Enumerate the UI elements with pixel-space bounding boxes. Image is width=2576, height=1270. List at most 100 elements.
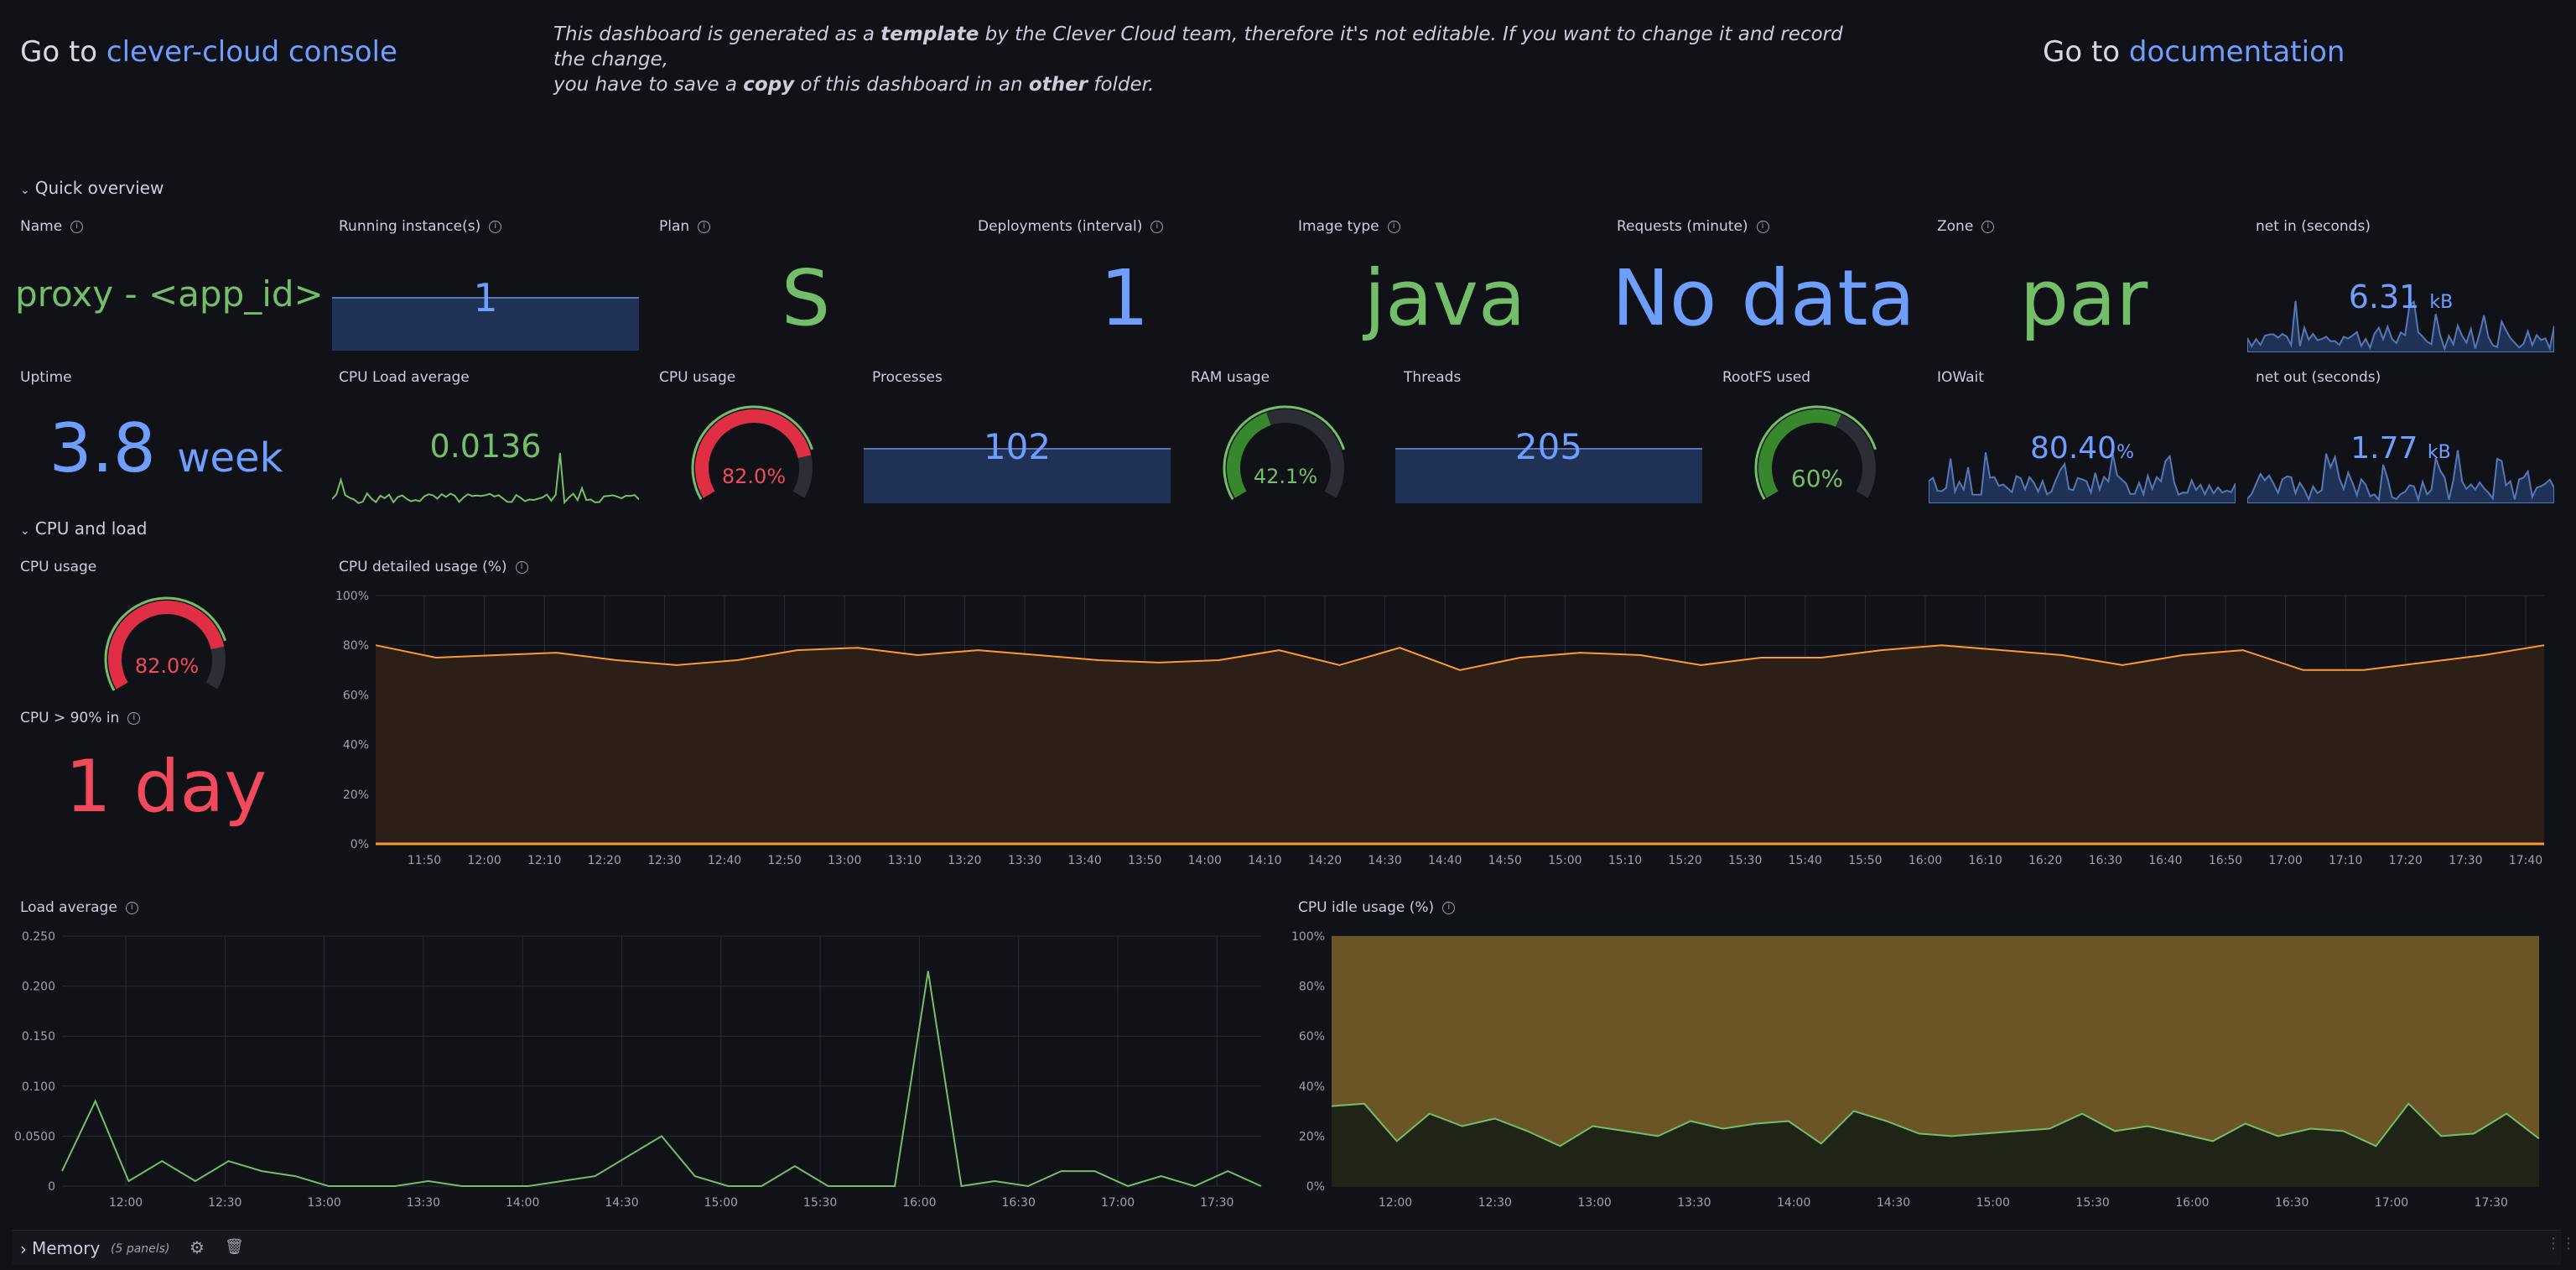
x-tick-label: 17:30 [2449,854,2482,867]
y-tick-label: 0.100 [22,1080,55,1094]
x-tick-label: 13:00 [307,1196,340,1210]
x-tick-label: 13:40 [1067,854,1101,867]
drag-handle-icon[interactable]: ⋮⋮ [2546,1235,2576,1252]
x-tick-label: 13:30 [1008,854,1041,867]
info-icon[interactable]: i [127,711,141,725]
panel-title-net-in[interactable]: net in (seconds) [2256,218,2371,235]
y-tick-label: 0.250 [22,930,55,944]
y-tick-label: 60% [1299,1030,1325,1044]
x-tick-label: 12:30 [1478,1196,1512,1210]
panel-title-cpu-idle[interactable]: CPU idle usage (%) i [1298,899,1456,916]
x-tick-label: 16:10 [1968,854,2002,867]
info-icon[interactable]: i [698,220,711,233]
rootfs-gauge-value: 60% [1790,465,1844,492]
panel-title-ram[interactable]: RAM usage [1191,369,1270,386]
x-tick-label: 14:50 [1488,854,1522,867]
x-tick-label: 13:00 [1577,1196,1611,1210]
x-tick-label: 12:00 [109,1196,143,1210]
info-icon[interactable]: i [489,220,502,233]
x-tick-label: 17:10 [2329,854,2362,867]
panel-title-cpu90[interactable]: CPU > 90% in i [20,710,141,726]
panel-title-cpu-load[interactable]: CPU Load average [339,369,470,386]
trash-icon[interactable]: 🗑 [225,1238,244,1256]
x-tick-label: 16:00 [1909,854,1942,867]
panel-title-image-type[interactable]: Image type i [1298,218,1400,235]
info-icon[interactable]: i [1756,220,1769,233]
info-icon[interactable]: i [1387,220,1400,233]
x-tick-label: 12:40 [708,854,741,867]
x-tick-label: 17:30 [1200,1196,1233,1210]
row-memory[interactable]: › Memory (5 panels) ⚙ 🗑 [12,1230,2561,1265]
x-tick-label: 16:50 [2209,854,2242,867]
y-tick-label: 100% [335,590,369,603]
panel-title-zone[interactable]: Zone i [1937,218,1995,235]
y-tick-label: 0% [1306,1180,1325,1194]
cpu-usage-gauge-2 [104,596,226,691]
cpu-detailed-chart: 0% 20% 40% 60% 80% 100% 11:50 12:00 12:10 12:20 12… [335,590,2545,867]
stat-zone-value: par [2019,253,2148,343]
x-tick-label: 15:30 [803,1196,837,1210]
panel-title-processes[interactable]: Processes [872,369,943,386]
x-tick-label: 16:00 [902,1196,936,1210]
panel-title-requests[interactable]: Requests (minute) i [1617,218,1769,235]
x-tick-label: 13:00 [828,854,861,867]
x-tick-label: 15:00 [1976,1196,2010,1210]
chevron-right-icon: › [20,1239,27,1259]
clever-cloud-console-link[interactable]: clever-cloud console [106,35,397,69]
x-tick-label: 15:30 [1728,854,1762,867]
panel-title-cpu-usage-2[interactable]: CPU usage [20,559,96,575]
cpu-idle-chart: 0% 20% 40% 60% 80% 100% 12:00 12:30 13:00 13:30 14… [1291,930,2540,1210]
row-memory-count: (5 panels) [111,1242,170,1256]
documentation-link[interactable]: documentation [2129,35,2345,69]
stat-running-value: 1 [473,275,498,320]
panel-title-uptime[interactable]: Uptime [20,369,72,386]
chevron-down-icon: ⌄ [20,524,30,538]
info-icon[interactable]: i [1981,220,1995,233]
y-tick-label: 80% [1299,981,1325,994]
info-icon[interactable]: i [125,901,138,914]
panel-title-cpu-detailed[interactable]: CPU detailed usage (%) i [339,559,528,575]
series-line [61,971,1262,1188]
y-tick-label: 40% [1299,1080,1325,1094]
x-tick-label: 12:20 [588,854,621,867]
x-tick-label: 17:00 [1101,1196,1135,1210]
panel-title-load-average[interactable]: Load average i [20,899,138,916]
y-tick-label: 60% [343,689,369,702]
series-area [376,645,2544,844]
x-tick-label: 14:30 [1877,1196,1910,1210]
x-tick-label: 15:10 [1608,854,1642,867]
x-tick-label: 13:20 [948,854,981,867]
x-tick-label: 16:30 [2089,854,2122,867]
load-average-chart: 0 0.0500 0.100 0.150 0.200 0.250 12:00 12:30 13:… [14,930,1262,1210]
stat-cpu-load-value: 0.0136 [429,428,542,465]
y-tick-label: 0.200 [22,981,55,994]
panel-title-deployments[interactable]: Deployments (interval) i [978,218,1164,235]
x-tick-label: 13:10 [888,854,922,867]
x-tick-label: 15:20 [1668,854,1701,867]
ram-usage-gauge-value: 42.1% [1253,465,1318,488]
panel-title-net-out[interactable]: net out (seconds) [2256,369,2381,386]
info-icon[interactable]: i [70,220,84,233]
panel-title-cpu-usage[interactable]: CPU usage [659,369,735,386]
panel-title-iowait[interactable]: IOWait [1937,369,1984,386]
row-cpu-and-load[interactable]: ⌄ CPU and load [20,518,147,539]
stat-net-in-value: 6.31 kB [2348,278,2454,315]
panel-title-threads[interactable]: Threads [1404,369,1461,386]
panel-title-name[interactable]: Name i [20,218,84,235]
series-area-upper [1332,936,2539,1147]
stat-cpu90-value: 1 day [65,745,267,829]
x-tick-label: 14:00 [1777,1196,1810,1210]
x-tick-label: 12:30 [208,1196,242,1210]
info-icon[interactable]: i [515,560,528,574]
x-tick-label: 12:00 [467,854,501,867]
x-tick-label: 14:00 [506,1196,539,1210]
panel-title-running[interactable]: Running instance(s) i [339,218,502,235]
gear-icon[interactable]: ⚙ [190,1237,205,1257]
panel-title-plan[interactable]: Plan i [659,218,711,235]
info-icon[interactable]: i [1442,901,1456,914]
doc-link-block: Go to documentation [2043,35,2345,69]
row-quick-overview[interactable]: ⌄ Quick overview [20,178,164,198]
x-tick-label: 12:10 [527,854,561,867]
panel-title-rootfs[interactable]: RootFS used [1722,369,1810,386]
info-icon[interactable]: i [1150,220,1164,233]
